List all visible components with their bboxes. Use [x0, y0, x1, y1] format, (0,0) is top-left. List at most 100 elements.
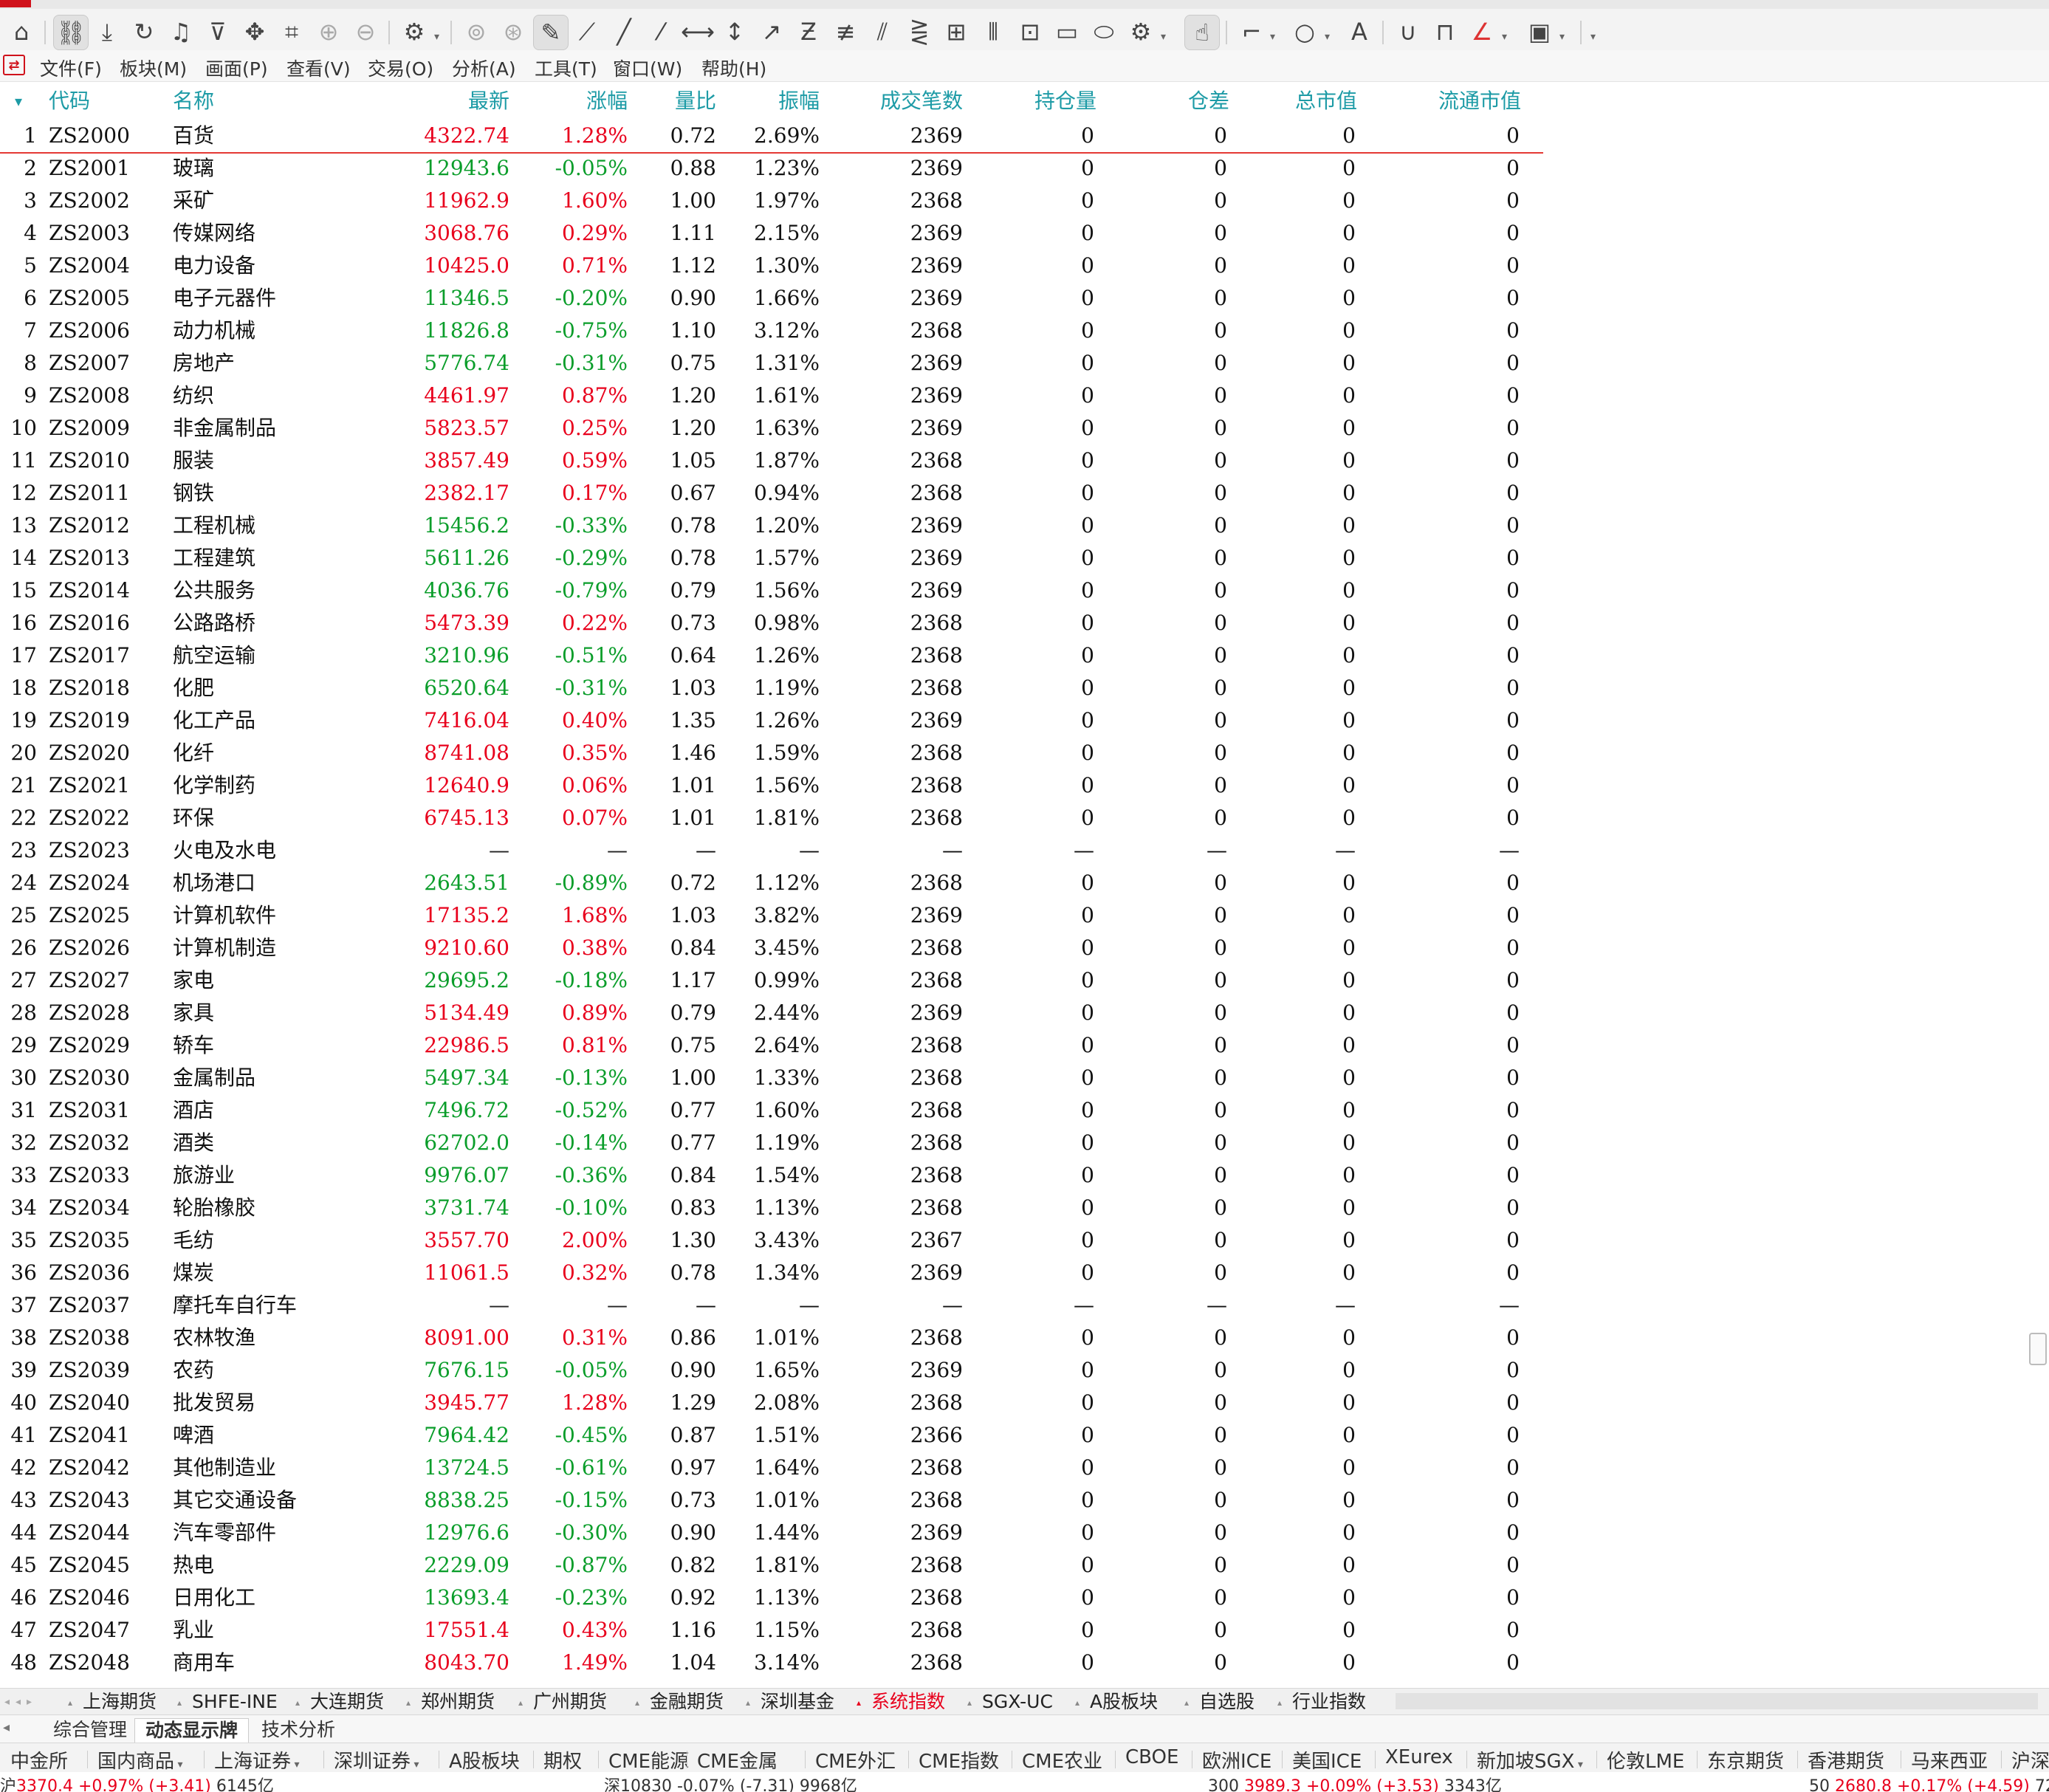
header-market-cap[interactable]: 总市值 — [1240, 83, 1357, 120]
pen-icon[interactable]: ✎ — [533, 15, 569, 50]
bars-icon[interactable]: ⦀ — [976, 15, 1010, 49]
chevron-down-icon[interactable]: ▾ — [1502, 31, 1507, 43]
move-icon[interactable]: ✥ — [238, 15, 272, 49]
market-tab[interactable]: XEurex — [1385, 1746, 1453, 1768]
ellipse-icon[interactable]: ⬭ — [1087, 15, 1121, 49]
table-row[interactable]: 18 ZS2018 化肥 6520.64 -0.31% 1.03 1.19% 2368 0 0 0 0 — [0, 672, 1543, 704]
settings-icon[interactable]: ⚙ — [397, 15, 431, 49]
sheet-tab[interactable]: ▴ 金融期货 — [635, 1689, 724, 1715]
market-tab[interactable]: CME能源 — [608, 1746, 689, 1774]
status-sh[interactable]: 沪3370.4 +0.97% (+3.41) 6145亿 — [0, 1773, 274, 1792]
channel-icon[interactable]: ⋛ — [902, 15, 936, 49]
table-row[interactable]: 35 ZS2035 毛纺 3557.70 2.00% 1.30 3.43% 2367 0 0 0 0 — [0, 1224, 1543, 1257]
magnet-icon[interactable]: ∪ — [1391, 15, 1425, 49]
sheet-nav-arrows-icon[interactable]: ◂◂▸ — [4, 1689, 38, 1715]
sheet-tab[interactable]: ▴ 广州期货 — [518, 1689, 607, 1715]
chevron-down-icon[interactable]: ▾ — [1161, 31, 1166, 43]
sheet-tab[interactable]: ▴ 郑州期货 — [406, 1689, 495, 1715]
view-tab-management[interactable]: 综合管理 — [43, 1718, 137, 1742]
table-row[interactable]: 21 ZS2021 化学制药 12640.9 0.06% 1.01 1.56% 2368 0 0 0… — [0, 769, 1543, 802]
market-tab[interactable]: CBOE — [1125, 1746, 1178, 1768]
table-row[interactable]: 5 ZS2004 电力设备 10425.0 0.71% 1.12 1.30% 2369 0 0 0 0 — [0, 250, 1543, 282]
view-tab-technical[interactable]: 技术分析 — [251, 1718, 346, 1742]
table-row[interactable]: 27 ZS2027 家电 29695.2 -0.18% 1.17 0.99% 2368 0 0 0 0 — [0, 964, 1543, 997]
status-300[interactable]: 300 3989.3 +0.09% (+3.53) 3343亿 — [1208, 1773, 1502, 1792]
table-row[interactable]: 7 ZS2006 动力机械 11826.8 -0.75% 1.10 3.12% 2368 0 0 0… — [0, 315, 1543, 347]
header-change[interactable]: 涨幅 — [517, 83, 628, 120]
table-row[interactable]: 43 ZS2043 其它交通设备 8838.25 -0.15% 0.73 1.01% 2368… — [0, 1484, 1543, 1517]
line-icon[interactable]: ⟋ — [570, 15, 604, 49]
table-row[interactable]: 15 ZS2014 公共服务 4036.76 -0.79% 0.79 1.56% 2369 0 0… — [0, 574, 1543, 607]
header-volume-ratio[interactable]: 量比 — [635, 83, 716, 120]
download-icon[interactable]: ⤓ — [90, 15, 124, 49]
market-tab[interactable]: 香港期货 — [1808, 1746, 1884, 1774]
sheet-tab[interactable]: ▴ SHFE-INE — [177, 1689, 278, 1715]
market-tab[interactable]: 新加坡SGX ▾ — [1477, 1746, 1583, 1774]
table-row[interactable]: 12 ZS2011 钢铁 2382.17 0.17% 0.67 0.94% 2368 0 0 0 0 — [0, 477, 1543, 509]
table-row[interactable]: 28 ZS2028 家具 5134.49 0.89% 0.79 2.44% 2369 0 0 0 0 — [0, 997, 1543, 1029]
table-row[interactable]: 16 ZS2016 公路路桥 5473.39 0.22% 0.73 0.98% 2368 0 0 0… — [0, 607, 1543, 639]
table-row[interactable]: 44 ZS2044 汽车零部件 12976.6 -0.30% 0.90 1.44% 2369 0… — [0, 1517, 1543, 1549]
table-row[interactable]: 23 ZS2023 火电及水电 — — — — — — — — — — [0, 834, 1543, 867]
table-row[interactable]: 14 ZS2013 工程建筑 5611.26 -0.29% 0.78 1.57% 2369 0 0… — [0, 542, 1543, 574]
table-row[interactable]: 13 ZS2012 工程机械 15456.2 -0.33% 0.78 1.20% 2369 0 0… — [0, 509, 1543, 542]
gear-icon[interactable]: ⚙ — [1124, 15, 1158, 49]
sheet-scrollbar[interactable] — [1396, 1693, 2038, 1709]
market-tab[interactable]: 上海证券 ▾ — [214, 1746, 300, 1774]
table-row[interactable]: 45 ZS2045 热电 2229.09 -0.87% 0.82 1.81% 2368 0 0 0 0 — [0, 1549, 1543, 1582]
color-icon[interactable]: ∠ — [1465, 15, 1499, 49]
table-row[interactable]: 19 ZS2019 化工产品 7416.04 0.40% 1.35 1.26% 2369 0 0 0… — [0, 704, 1543, 737]
table-row[interactable]: 6 ZS2005 电子元器件 11346.5 -0.20% 0.90 1.66% 2369 0 0… — [0, 282, 1543, 315]
search-b-icon[interactable]: ⊛ — [496, 15, 530, 49]
market-tab[interactable]: 中金所 — [10, 1746, 68, 1774]
sheet-tab[interactable]: ▴ 行业指数 — [1277, 1689, 1366, 1715]
menu-window[interactable]: 窗口(W) — [613, 55, 682, 81]
sheet-tab[interactable]: ▴ 上海期货 — [68, 1689, 157, 1715]
table-row[interactable]: 31 ZS2031 酒店 7496.72 -0.52% 0.77 1.60% 2368 0 0 0 0 — [0, 1094, 1543, 1127]
grid-tool-icon[interactable]: ⌗ — [275, 15, 309, 49]
stamp-icon[interactable]: ⊞ — [939, 15, 973, 49]
market-tab[interactable]: 东京期货 — [1707, 1746, 1784, 1774]
menu-trade[interactable]: 交易(O) — [368, 55, 433, 81]
header-trades[interactable]: 成交笔数 — [827, 83, 963, 120]
menu-file[interactable]: 文件(F) — [40, 55, 102, 81]
menu-view-screen[interactable]: 画面(P) — [205, 55, 268, 81]
table-row[interactable]: 29 ZS2029 轿车 22986.5 0.81% 0.75 2.64% 2368 0 0 0 0 — [0, 1029, 1543, 1062]
header-code[interactable]: 代码 — [49, 83, 90, 120]
zoom-in-icon[interactable]: ⊕ — [312, 15, 346, 49]
ray-icon[interactable]: ╱ — [607, 15, 641, 49]
market-tab[interactable]: 国内商品 ▾ — [97, 1746, 183, 1774]
table-row[interactable]: 20 ZS2020 化纤 8741.08 0.35% 1.46 1.59% 2368 0 0 0 0 — [0, 737, 1543, 769]
table-row[interactable]: 9 ZS2008 纺织 4461.97 0.87% 1.20 1.61% 2369 0 0 0 0 — [0, 380, 1543, 412]
lock-icon[interactable]: ⊓ — [1428, 15, 1462, 49]
table-row[interactable]: 34 ZS2034 轮胎橡胶 3731.74 -0.10% 0.83 1.13% 2368 0 0… — [0, 1192, 1543, 1224]
table-row[interactable]: 22 ZS2022 环保 6745.13 0.07% 1.01 1.81% 2368 0 0 0 0 — [0, 802, 1543, 834]
table-row[interactable]: 1 ZS2000 百货 4322.74 1.28% 0.72 2.69% 2369 0 0 0 0 — [0, 120, 1543, 154]
view-tab-dynamic-board[interactable]: 动态显示牌 — [134, 1718, 250, 1743]
zigzag-icon[interactable]: Ƶ — [792, 15, 826, 49]
box-icon[interactable]: ⊡ — [1013, 15, 1047, 49]
table-row[interactable]: 30 ZS2030 金属制品 5497.34 -0.13% 1.00 1.33% 2368 0 0… — [0, 1062, 1543, 1094]
save-icon[interactable]: ▣ — [1523, 15, 1557, 49]
header-oi-delta[interactable]: 仓差 — [1108, 83, 1229, 120]
header-name[interactable]: 名称 — [173, 83, 214, 120]
chevron-down-icon[interactable]: ▾ — [1559, 31, 1565, 43]
table-row[interactable]: 37 ZS2037 摩托车自行车 — — — — — — — — — — [0, 1289, 1543, 1322]
rect-icon[interactable]: ▭ — [1050, 15, 1084, 49]
table-row[interactable]: 24 ZS2024 机场港口 2643.51 -0.89% 0.72 1.12% 2368 0 0… — [0, 867, 1543, 899]
status-50[interactable]: 50 2680.8 +0.17% (+4.59) 728亿 — [1809, 1773, 2049, 1792]
bell-icon[interactable]: ♫ — [164, 15, 198, 49]
menu-view[interactable]: 查看(V) — [286, 55, 351, 81]
table-row[interactable]: 40 ZS2040 批发贸易 3945.77 1.28% 1.29 2.08% 2368 0 0 0… — [0, 1387, 1543, 1419]
chevron-down-icon[interactable]: ▾ — [1270, 31, 1275, 43]
zoom-out-icon[interactable]: ⊖ — [349, 15, 382, 49]
table-row[interactable]: 25 ZS2025 计算机软件 17135.2 1.68% 1.03 3.82% 2369 0 0… — [0, 899, 1543, 932]
menu-tools[interactable]: 工具(T) — [535, 55, 597, 81]
table-row[interactable]: 39 ZS2039 农药 7676.15 -0.05% 0.90 1.65% 2369 0 0 0 0 — [0, 1354, 1543, 1387]
home-icon[interactable]: ⌂ — [4, 15, 38, 49]
arrow-icon[interactable]: ↗ — [755, 15, 789, 49]
table-row[interactable]: 11 ZS2010 服装 3857.49 0.59% 1.05 1.87% 2368 0 0 0 0 — [0, 444, 1543, 477]
market-tab[interactable]: 马来西亚 — [1911, 1746, 1988, 1774]
table-row[interactable]: 32 ZS2032 酒类 62702.0 -0.14% 0.77 1.19% 2368 0 0 0 0 — [0, 1127, 1543, 1159]
vertical-line-icon[interactable]: ↕ — [718, 15, 752, 49]
